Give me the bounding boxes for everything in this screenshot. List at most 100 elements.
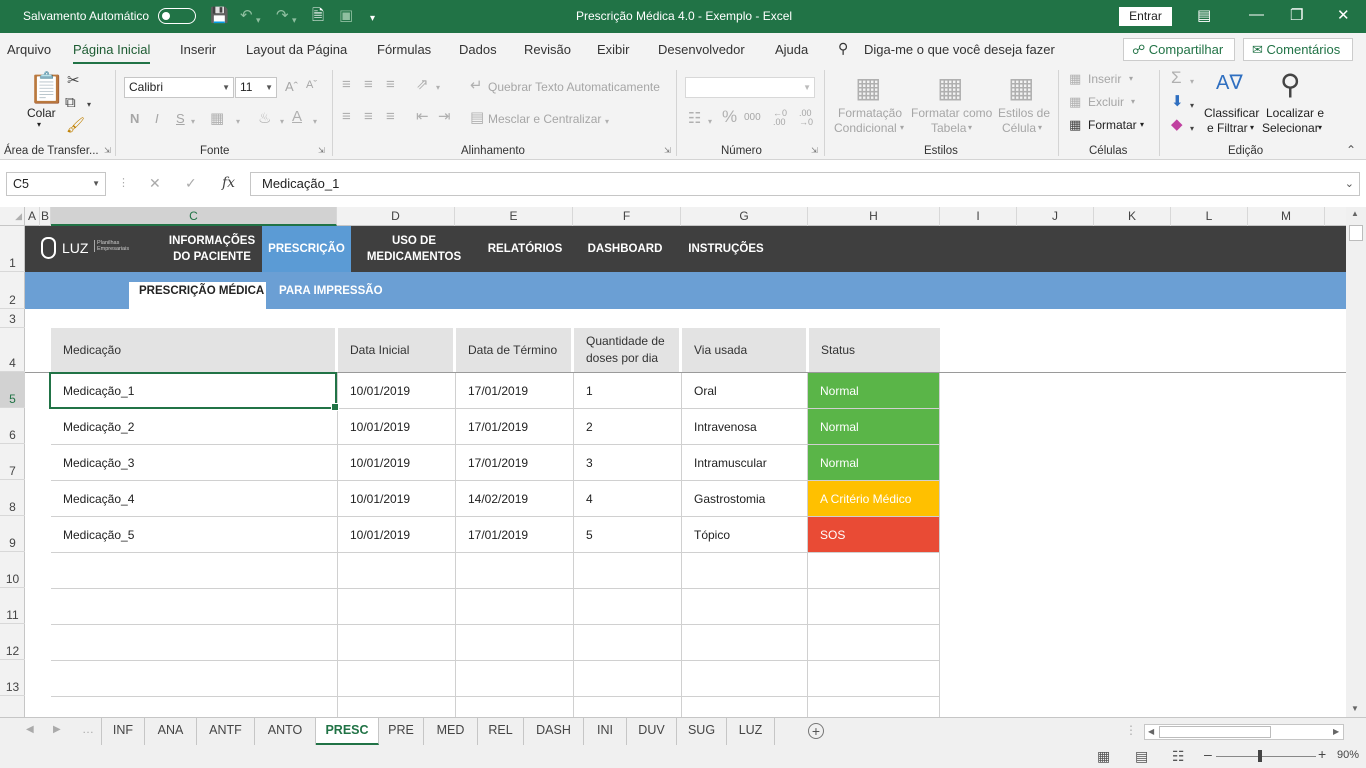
conditional-formatting-label-2[interactable]: Condicional bbox=[834, 121, 897, 135]
tab-split-icon[interactable]: ⋮ bbox=[1125, 723, 1137, 737]
format-dropdown-icon[interactable]: ▾ bbox=[1140, 120, 1144, 129]
font-color-icon[interactable]: A bbox=[292, 108, 302, 126]
cell-data-inicial[interactable]: 10/01/2019 bbox=[338, 481, 456, 517]
normal-view-icon[interactable]: ▦ bbox=[1097, 748, 1110, 765]
fill-color-icon[interactable]: ♨ bbox=[258, 110, 271, 128]
column-header-e[interactable]: E bbox=[455, 207, 573, 226]
copy-icon[interactable]: ⧉ bbox=[65, 94, 76, 112]
save-icon[interactable]: 💾 bbox=[210, 7, 229, 25]
nav-informacoes-paciente[interactable]: INFORMAÇÕES DO PACIENTE bbox=[162, 226, 262, 272]
shrink-font-icon[interactable]: Aˇ bbox=[306, 79, 317, 91]
empty-cell[interactable] bbox=[574, 661, 682, 697]
sheet-tab-ana[interactable]: ANA bbox=[145, 718, 197, 745]
customize-toolbar-icon[interactable]: ▾ bbox=[370, 10, 375, 28]
font-size-select[interactable]: 11 ▼ bbox=[235, 77, 277, 98]
empty-cell[interactable] bbox=[338, 625, 456, 661]
cell-data-termino[interactable]: 14/02/2019 bbox=[456, 481, 574, 517]
zoom-level[interactable]: 90% bbox=[1337, 749, 1359, 761]
autosum-dropdown-icon[interactable]: ▾ bbox=[1190, 73, 1194, 91]
align-bottom-icon[interactable]: ≡ bbox=[386, 76, 395, 94]
cell-via-usada[interactable]: Intravenosa bbox=[682, 409, 808, 445]
close-icon[interactable]: ✕ bbox=[1337, 6, 1350, 24]
font-name-select[interactable]: Calibri ▼ bbox=[124, 77, 234, 98]
column-header-d[interactable]: D bbox=[337, 207, 455, 226]
merge-icon[interactable]: ▤ bbox=[470, 109, 484, 127]
empty-cell[interactable] bbox=[808, 661, 940, 697]
empty-cell[interactable] bbox=[682, 697, 808, 717]
empty-cell[interactable] bbox=[51, 625, 338, 661]
cell-via-usada[interactable]: Oral bbox=[682, 373, 808, 409]
percent-icon[interactable]: % bbox=[722, 108, 737, 126]
copy-dropdown-icon[interactable]: ▾ bbox=[87, 96, 91, 114]
accounting-dropdown-icon[interactable]: ▾ bbox=[708, 113, 712, 131]
sheet-tab-luz[interactable]: LUZ bbox=[727, 718, 775, 745]
nav-uso-medicamentos[interactable]: USO DE MEDICAMENTOS bbox=[355, 226, 473, 272]
italic-button[interactable]: I bbox=[155, 111, 159, 126]
column-header-g[interactable]: G bbox=[681, 207, 808, 226]
format-as-table-label-1[interactable]: Formatar como bbox=[911, 106, 992, 120]
sort-filter-label-2[interactable]: e Filtrar bbox=[1207, 121, 1248, 135]
menu-inserir[interactable]: Inserir bbox=[180, 42, 216, 57]
tab-scroll-right-icon[interactable]: ▶ bbox=[53, 724, 61, 735]
sheet-tab-antf[interactable]: ANTF bbox=[197, 718, 255, 745]
borders-icon[interactable]: ▦ bbox=[210, 110, 224, 128]
empty-cell[interactable] bbox=[574, 625, 682, 661]
fill-dropdown-icon[interactable]: ▾ bbox=[280, 113, 284, 131]
sheet-tab-anto[interactable]: ANTO bbox=[255, 718, 316, 745]
wrap-text-icon[interactable]: ↵ bbox=[470, 77, 483, 95]
empty-cell[interactable] bbox=[808, 589, 940, 625]
cell-medicacao[interactable]: Medicação_2 bbox=[51, 409, 338, 445]
align-top-icon[interactable]: ≡ bbox=[342, 76, 351, 94]
tab-more-icon[interactable]: … bbox=[82, 722, 94, 736]
accounting-format-icon[interactable]: ☷ bbox=[688, 110, 701, 128]
cell-via-usada[interactable]: Intramuscular bbox=[682, 445, 808, 481]
camera-icon[interactable]: ▣ bbox=[339, 7, 353, 25]
autosum-icon[interactable]: Σ bbox=[1171, 69, 1182, 87]
vertical-scrollbar[interactable]: ▲ ▼ bbox=[1346, 207, 1366, 717]
insert-cells-icon[interactable]: ▦ bbox=[1069, 70, 1081, 88]
empty-cell[interactable] bbox=[51, 697, 338, 717]
empty-cell[interactable] bbox=[338, 697, 456, 717]
cell-styles-label-2[interactable]: Célula bbox=[1002, 121, 1036, 135]
sheet-tab-sug[interactable]: SUG bbox=[677, 718, 727, 745]
underline-dropdown-icon[interactable]: ▾ bbox=[191, 113, 195, 131]
sheet-tab-pre[interactable]: PRE bbox=[379, 718, 424, 745]
ribbon-display-icon[interactable]: ▤ bbox=[1197, 6, 1211, 24]
format-as-table-icon[interactable]: ▦ bbox=[937, 72, 963, 104]
column-header-c[interactable]: C bbox=[51, 207, 337, 226]
delete-cells-button[interactable]: Excluir bbox=[1088, 95, 1124, 109]
decrease-decimal-icon[interactable]: .00 →0 bbox=[799, 109, 813, 127]
select-all-corner[interactable]: ◢ bbox=[0, 207, 25, 226]
row-header[interactable]: 10 bbox=[0, 552, 25, 588]
cell-medicacao[interactable]: Medicação_3 bbox=[51, 445, 338, 481]
tell-me-input[interactable]: Diga-me o que você deseja fazer bbox=[864, 42, 1055, 57]
empty-cell[interactable] bbox=[682, 625, 808, 661]
cell-via-usada[interactable]: Gastrostomia bbox=[682, 481, 808, 517]
column-header-h[interactable]: H bbox=[808, 207, 940, 226]
zoom-out-icon[interactable]: – bbox=[1204, 746, 1212, 762]
cut-icon[interactable]: ✂ bbox=[67, 72, 80, 90]
menu-desenvolvedor[interactable]: Desenvolvedor bbox=[658, 42, 745, 57]
row-header[interactable]: 12 bbox=[0, 624, 25, 660]
cell-data-inicial[interactable]: 10/01/2019 bbox=[338, 517, 456, 553]
insert-function-icon[interactable]: fx bbox=[222, 175, 235, 191]
nav-prescricao[interactable]: PRESCRIÇÃO bbox=[262, 226, 351, 272]
row-header[interactable]: 6 bbox=[0, 408, 25, 444]
cell-via-usada[interactable]: Tópico bbox=[682, 517, 808, 553]
find-select-icon[interactable]: ⚲ bbox=[1280, 69, 1301, 101]
empty-cell[interactable] bbox=[682, 589, 808, 625]
nav-dashboard[interactable]: DASHBOARD bbox=[577, 226, 673, 272]
row-header[interactable]: 5 bbox=[0, 372, 25, 408]
clipboard-launcher-icon[interactable]: ⇲ bbox=[104, 146, 111, 155]
menu-formulas[interactable]: Fórmulas bbox=[377, 42, 431, 57]
insert-dropdown-icon[interactable]: ▾ bbox=[1129, 74, 1133, 83]
row-header[interactable]: 1 bbox=[0, 226, 25, 272]
paste-dropdown-icon[interactable]: ▾ bbox=[37, 120, 41, 129]
bold-button[interactable]: N bbox=[130, 111, 139, 126]
cell-data-termino[interactable]: 17/01/2019 bbox=[456, 373, 574, 409]
column-header-j[interactable]: J bbox=[1017, 207, 1094, 226]
column-header-l[interactable]: L bbox=[1171, 207, 1248, 226]
format-table-dropdown-icon[interactable]: ▾ bbox=[968, 123, 972, 132]
delete-cells-icon[interactable]: ▦ bbox=[1069, 93, 1081, 111]
cell-quantidade[interactable]: 2 bbox=[574, 409, 682, 445]
